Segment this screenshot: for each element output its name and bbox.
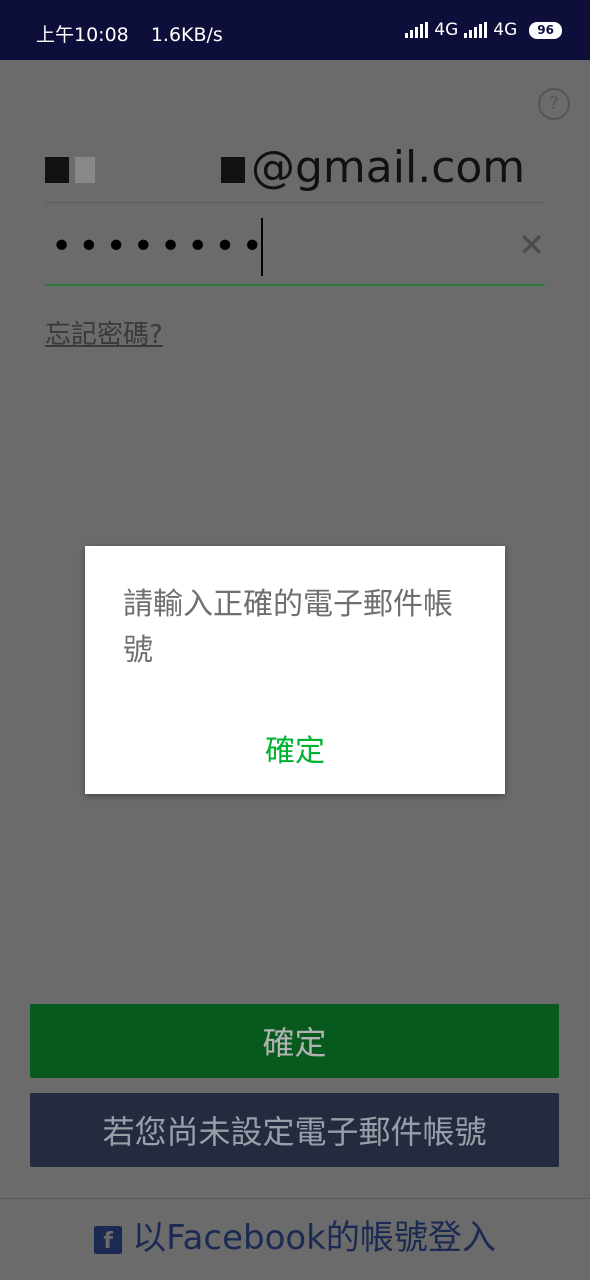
divider — [0, 1198, 590, 1199]
status-net-speed: 1.6KB/s — [150, 24, 223, 46]
forgot-password-link[interactable]: 忘記密碼? — [45, 314, 163, 351]
password-field[interactable]: •••••••• ✕ — [45, 218, 545, 286]
status-right: 4G 4G 96 — [405, 20, 562, 40]
signal-icon — [405, 22, 429, 38]
facebook-icon: f — [94, 1225, 123, 1254]
dialog-ok-button[interactable]: 確定 — [85, 726, 505, 770]
confirm-button[interactable]: 確定 — [30, 1004, 559, 1078]
redacted-block — [221, 157, 245, 183]
email-field[interactable]: @gmail.com — [45, 142, 545, 203]
redacted-block — [45, 157, 69, 183]
network-label-1: 4G — [434, 20, 459, 40]
facebook-login-link[interactable]: f 以Facebook的帳號登入 — [0, 1210, 590, 1259]
no-email-button[interactable]: 若您尚未設定電子郵件帳號 — [30, 1093, 559, 1167]
help-icon[interactable]: ? — [538, 88, 570, 120]
redacted-block — [75, 157, 95, 183]
status-time: 上午10:08 — [36, 24, 129, 46]
facebook-login-label: 以Facebook的帳號登入 — [132, 1218, 496, 1258]
battery-icon: 96 — [529, 21, 562, 39]
network-label-2: 4G — [493, 20, 518, 40]
password-mask: •••••••• — [51, 226, 269, 267]
clear-icon[interactable]: ✕ — [518, 226, 545, 264]
signal-icon-2 — [464, 22, 488, 38]
status-bar: 上午10:08 1.6KB/s 4G 4G 96 — [0, 0, 590, 60]
dialog-message: 請輸入正確的電子郵件帳號 — [123, 587, 453, 668]
error-dialog: 請輸入正確的電子郵件帳號 確定 — [85, 546, 505, 794]
email-suffix: @gmail.com — [251, 142, 526, 193]
status-left: 上午10:08 1.6KB/s — [36, 20, 239, 47]
text-cursor — [261, 218, 263, 276]
